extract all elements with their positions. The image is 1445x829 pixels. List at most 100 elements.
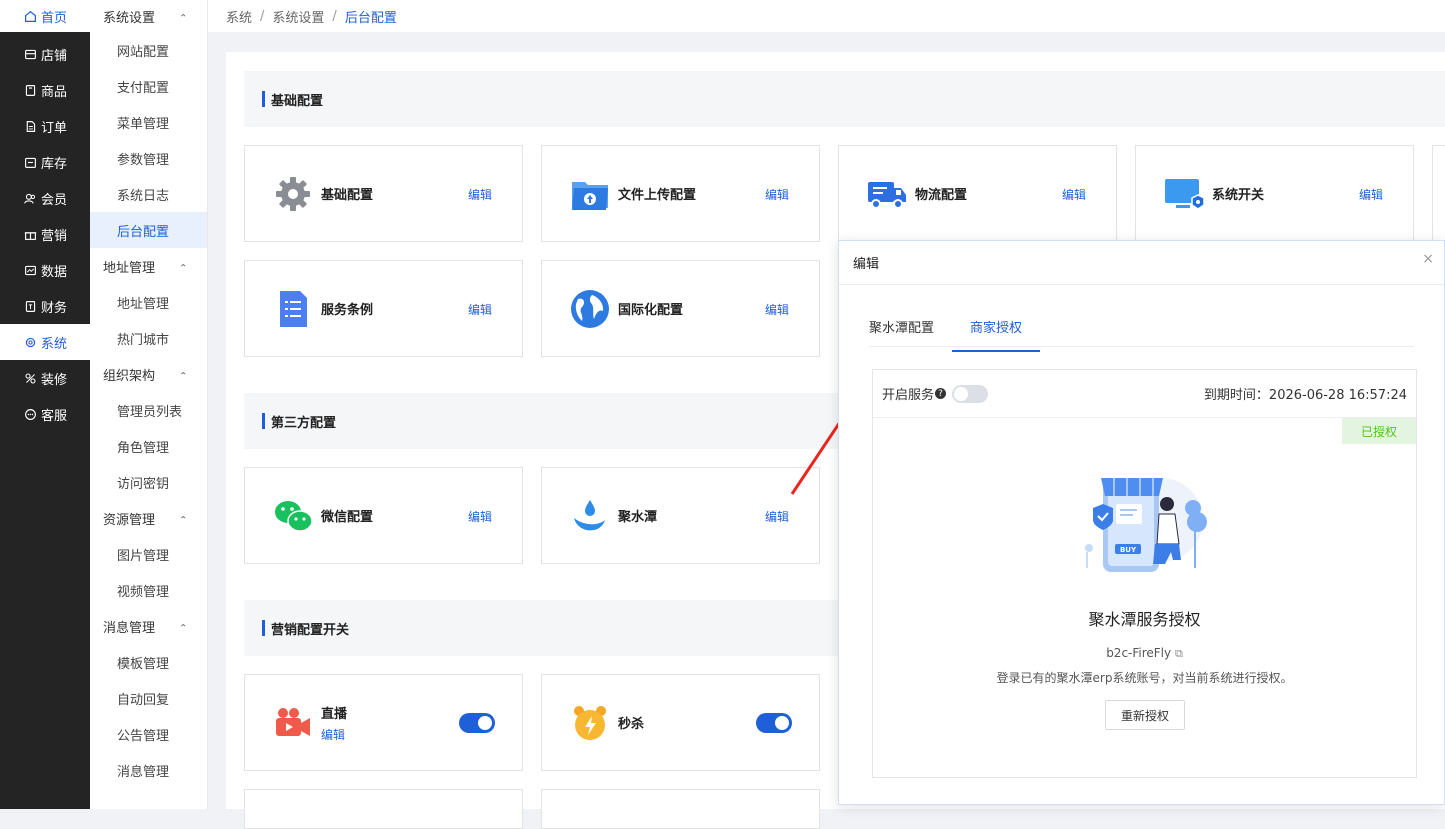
group-label: 消息管理 (103, 617, 155, 636)
nav-item-decorate[interactable]: 装修 (0, 360, 90, 396)
card-jushuitan: 聚水潭 编辑 (541, 467, 820, 564)
nav-label: 营销 (41, 225, 67, 244)
section-title: 基础配置 (271, 90, 323, 109)
document-list-icon (273, 289, 313, 329)
subnav-item[interactable]: 热门城市 (90, 320, 207, 356)
subnav-group-system[interactable]: 系统设置⌄ (90, 0, 207, 32)
tab-merchant-auth[interactable]: 商家授权 (952, 317, 1040, 352)
edit-link[interactable]: 编辑 (468, 301, 492, 318)
service-label: 开启服务 (882, 384, 934, 403)
account-name: b2c-FireFly (1106, 646, 1171, 660)
nav-item-stock[interactable]: 库存 (0, 144, 90, 180)
group-label: 系统设置 (103, 7, 155, 26)
subnav-item[interactable]: 地址管理 (90, 284, 207, 320)
subnav-item[interactable]: 菜单管理 (90, 104, 207, 140)
edit-link[interactable]: 编辑 (468, 186, 492, 203)
nav-item-service[interactable]: 客服 (0, 396, 90, 432)
panel-toolbar: 开启服务 ? 到期时间：2026-06-28 16:57:24 (873, 370, 1416, 418)
subnav-item[interactable]: 访问密钥 (90, 464, 207, 500)
nav-home[interactable]: 首页 (0, 0, 90, 32)
order-icon (24, 120, 37, 133)
subnav-item[interactable]: 视频管理 (90, 572, 207, 608)
tab-jst-config[interactable]: 聚水潭配置 (869, 317, 934, 352)
nav-home-label: 首页 (41, 7, 67, 26)
subnav-item[interactable]: 网站配置 (90, 32, 207, 68)
chevron-up-icon: ⌄ (179, 621, 187, 632)
edit-link[interactable]: 编辑 (765, 186, 789, 203)
video-camera-icon (273, 703, 313, 743)
gear-icon (273, 174, 313, 214)
edit-link[interactable]: 编辑 (468, 508, 492, 525)
subnav-group-resource[interactable]: 资源管理⌄ (90, 500, 207, 536)
group-label: 组织架构 (103, 365, 155, 384)
nav-item-order[interactable]: 订单 (0, 108, 90, 144)
subnav-group-message[interactable]: 消息管理 ⌄ (90, 608, 207, 644)
nav-item-finance[interactable]: 财务 (0, 288, 90, 324)
service-switch[interactable] (952, 385, 988, 403)
subnav-item[interactable]: 管理员列表 (90, 392, 207, 428)
subnav-item[interactable]: 图片管理 (90, 536, 207, 572)
group-label: 地址管理 (103, 257, 155, 276)
nav-label: 店铺 (41, 45, 67, 64)
nav-item-goods[interactable]: 商品 (0, 72, 90, 108)
reauthorize-button[interactable]: 重新授权 (1105, 700, 1185, 730)
main-nav: 首页 店铺 商品 订单 库存 会员 营销 数据 财务 系统 装修 客服 (0, 0, 90, 809)
subnav-item[interactable]: 系统日志 (90, 176, 207, 212)
close-icon[interactable]: × (1422, 251, 1434, 267)
dialog-title: 编辑 (853, 253, 879, 272)
nav-label: 库存 (41, 153, 67, 172)
nav-item-system[interactable]: 系统 (0, 324, 90, 360)
subnav-item[interactable]: 角色管理 (90, 428, 207, 464)
edit-link[interactable]: 编辑 (1359, 186, 1383, 203)
gear-icon (24, 336, 37, 349)
card-wechat: 微信配置 编辑 (244, 467, 523, 564)
nav-label: 商品 (41, 81, 67, 100)
seckill-toggle[interactable] (756, 713, 792, 733)
subnav-item[interactable]: 自动回复 (90, 680, 207, 716)
nav-item-member[interactable]: 会员 (0, 180, 90, 216)
dialog-tabs: 聚水潭配置 商家授权 (869, 317, 1040, 352)
truck-icon (867, 174, 907, 214)
crumb-system[interactable]: 系统 (226, 7, 252, 26)
card-seckill: 秒杀 (541, 674, 820, 771)
help-icon[interactable]: ? (935, 388, 946, 399)
account-line: b2c-FireFly ⧉ (873, 646, 1416, 661)
subnav-item-active[interactable]: 后台配置 (90, 212, 207, 248)
edit-link[interactable]: 编辑 (765, 508, 789, 525)
nav-label: 订单 (41, 117, 67, 136)
card-i18n: 国际化配置 编辑 (541, 260, 820, 357)
card-upload-config: 文件上传配置 编辑 (541, 145, 820, 242)
expire-time: 到期时间：2026-06-28 16:57:24 (1204, 384, 1407, 403)
live-toggle[interactable] (459, 713, 495, 733)
subnav-item[interactable]: 参数管理 (90, 140, 207, 176)
nav-label: 装修 (41, 369, 67, 388)
subnav-item[interactable]: 支付配置 (90, 68, 207, 104)
sub-nav: 系统设置⌄ 网站配置 支付配置 菜单管理 参数管理 系统日志 后台配置 地址管理… (90, 0, 208, 809)
nav-label: 数据 (41, 261, 67, 280)
goods-icon (24, 84, 37, 97)
alarm-clock-icon (570, 703, 610, 743)
monitor-icon (1164, 174, 1204, 214)
subnav-group-org[interactable]: 组织架构⌄ (90, 356, 207, 392)
status-badge: 已授权 (1342, 418, 1416, 444)
crumb-sep: / (332, 9, 336, 24)
edit-link-icon[interactable]: ⧉ (1175, 647, 1183, 660)
nav-item-shop[interactable]: 店铺 (0, 36, 90, 72)
card-partial (541, 789, 820, 829)
edit-link[interactable]: 编辑 (1062, 186, 1086, 203)
nav-item-data[interactable]: 数据 (0, 252, 90, 288)
crumb-settings[interactable]: 系统设置 (272, 7, 324, 26)
subnav-item[interactable]: 公告管理 (90, 716, 207, 752)
crumb-sep: / (260, 9, 264, 24)
edit-link[interactable]: 编辑 (765, 301, 789, 318)
subnav-item[interactable]: 模板管理 (90, 644, 207, 680)
auth-panel: 开启服务 ? 到期时间：2026-06-28 16:57:24 已授权 BUY (872, 369, 1417, 778)
nav-item-marketing[interactable]: 营销 (0, 216, 90, 252)
subnav-item[interactable]: 消息管理 (90, 752, 207, 788)
section-title: 第三方配置 (271, 412, 336, 431)
subnav-group-address[interactable]: 地址管理⌄ (90, 248, 207, 284)
chat-icon (24, 408, 37, 421)
nav-label: 会员 (41, 189, 67, 208)
auth-description: 登录已有的聚水潭erp系统账号，对当前系统进行授权。 (873, 669, 1416, 686)
finance-icon (24, 300, 37, 313)
